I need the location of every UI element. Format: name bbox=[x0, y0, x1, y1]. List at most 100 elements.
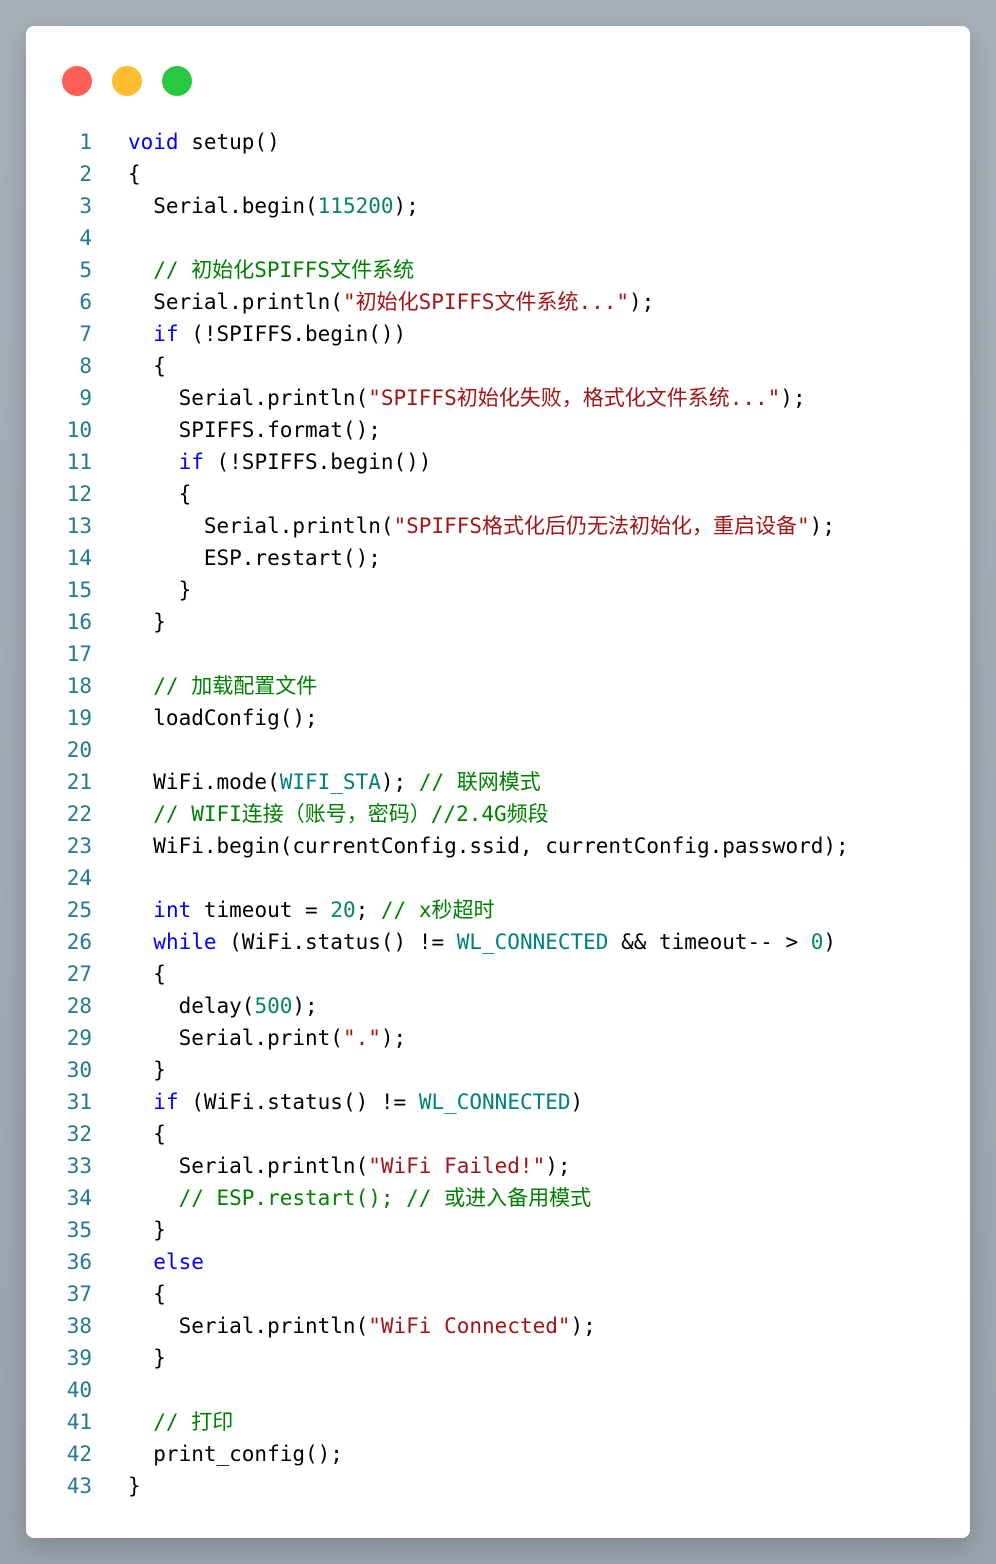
code-line: 6 Serial.println("初始化SPIFFS文件系统..."); bbox=[26, 286, 970, 318]
line-number: 32 bbox=[66, 1122, 92, 1146]
code-line: 2{ bbox=[26, 158, 970, 190]
line-number: 38 bbox=[66, 1314, 92, 1338]
code-line: 7 if (!SPIFFS.begin()) bbox=[26, 318, 970, 350]
code-text: } bbox=[92, 606, 166, 638]
code-text: // 加载配置文件 bbox=[92, 670, 317, 702]
code-text: else bbox=[92, 1246, 204, 1278]
code-token: setup() bbox=[178, 130, 280, 154]
code-token: Serial.println( bbox=[128, 386, 369, 410]
line-number: 16 bbox=[66, 610, 92, 634]
code-text: WiFi.mode(WIFI_STA); // 联网模式 bbox=[92, 766, 540, 798]
code-text: int timeout = 20; // x秒超时 bbox=[92, 894, 494, 926]
code-token: Serial.println( bbox=[128, 514, 394, 538]
code-token: ); bbox=[809, 514, 835, 538]
code-token: { bbox=[128, 354, 166, 378]
code-token: // 打印 bbox=[128, 1410, 234, 1434]
code-token: ); bbox=[570, 1314, 596, 1338]
code-token: ); bbox=[629, 290, 655, 314]
line-number: 22 bbox=[66, 802, 92, 826]
code-line: 21 WiFi.mode(WIFI_STA); // 联网模式 bbox=[26, 766, 970, 798]
line-number: 3 bbox=[79, 194, 92, 218]
code-text: Serial.println("SPIFFS初始化失败，格式化文件系统...")… bbox=[92, 382, 806, 414]
code-line: 11 if (!SPIFFS.begin()) bbox=[26, 446, 970, 478]
code-line: 27 { bbox=[26, 958, 970, 990]
line-number: 26 bbox=[66, 930, 92, 954]
code-text: while (WiFi.status() != WL_CONNECTED && … bbox=[92, 926, 836, 958]
code-text: // ESP.restart(); // 或进入备用模式 bbox=[92, 1182, 592, 1214]
code-text: { bbox=[92, 1118, 166, 1150]
code-token: { bbox=[128, 482, 192, 506]
code-token: 115200 bbox=[317, 194, 394, 218]
line-number: 20 bbox=[66, 738, 92, 762]
code-token: ); bbox=[292, 994, 318, 1018]
code-text: SPIFFS.format(); bbox=[92, 414, 381, 446]
code-text: // 初始化SPIFFS文件系统 bbox=[92, 254, 414, 286]
code-line: 41 // 打印 bbox=[26, 1406, 970, 1438]
code-token: // 初始化SPIFFS文件系统 bbox=[128, 258, 415, 282]
code-text: // WIFI连接（账号，密码）//2.4G频段 bbox=[92, 798, 548, 830]
code-line: 37 { bbox=[26, 1278, 970, 1310]
code-line: 40 bbox=[26, 1374, 970, 1406]
code-line: 36 else bbox=[26, 1246, 970, 1278]
line-number: 35 bbox=[66, 1218, 92, 1242]
line-number: 42 bbox=[66, 1442, 92, 1466]
code-token: // x秒超时 bbox=[380, 898, 495, 922]
code-token: ; bbox=[355, 898, 381, 922]
code-token: (WiFi.status() != bbox=[178, 1090, 419, 1114]
code-token: 20 bbox=[330, 898, 356, 922]
minimize-window-icon[interactable] bbox=[112, 66, 142, 96]
code-line: 33 Serial.println("WiFi Failed!"); bbox=[26, 1150, 970, 1182]
code-token: { bbox=[128, 1282, 166, 1306]
code-line: 39 } bbox=[26, 1342, 970, 1374]
code-token: } bbox=[128, 1346, 166, 1370]
code-token: else bbox=[153, 1250, 204, 1274]
line-number: 27 bbox=[66, 962, 92, 986]
code-text: } bbox=[92, 574, 192, 606]
code-text: } bbox=[92, 1214, 166, 1246]
code-editor: 1 void setup() 2{3 Serial.begin(115200); 4 5… bbox=[26, 126, 970, 1502]
code-token: 0 bbox=[810, 930, 824, 954]
line-number: 39 bbox=[66, 1346, 92, 1370]
code-text: Serial.println("初始化SPIFFS文件系统..."); bbox=[92, 286, 654, 318]
code-token: } bbox=[128, 1218, 166, 1242]
line-number: 24 bbox=[66, 866, 92, 890]
code-token: loadConfig(); bbox=[128, 706, 318, 730]
code-token: WL_CONNECTED bbox=[456, 930, 609, 954]
code-token: "SPIFFS初始化失败，格式化文件系统..." bbox=[368, 386, 781, 410]
code-text: if (WiFi.status() != WL_CONNECTED) bbox=[92, 1086, 583, 1118]
line-number: 43 bbox=[66, 1474, 92, 1498]
code-token: ); bbox=[380, 1026, 407, 1050]
close-window-icon[interactable] bbox=[62, 66, 92, 96]
line-number: 12 bbox=[66, 482, 92, 506]
code-text: Serial.begin(115200); bbox=[92, 190, 419, 222]
code-token: Serial.print( bbox=[128, 1026, 343, 1050]
code-line: 26 while (WiFi.status() != WL_CONNECTED … bbox=[26, 926, 970, 958]
line-number: 30 bbox=[66, 1058, 92, 1082]
code-line: 17 bbox=[26, 638, 970, 670]
line-number: 34 bbox=[66, 1186, 92, 1210]
zoom-window-icon[interactable] bbox=[162, 66, 192, 96]
code-token: } bbox=[128, 1058, 166, 1082]
code-line: 9 Serial.println("SPIFFS初始化失败，格式化文件系统...… bbox=[26, 382, 970, 414]
line-number: 31 bbox=[66, 1090, 92, 1114]
line-number: 29 bbox=[66, 1026, 92, 1050]
code-token: ); bbox=[780, 386, 806, 410]
code-token: (!SPIFFS.begin()) bbox=[178, 322, 407, 346]
code-token: while bbox=[153, 930, 217, 954]
code-text: Serial.println("WiFi Connected"); bbox=[92, 1310, 596, 1342]
code-token: SPIFFS.format(); bbox=[128, 418, 381, 442]
line-number: 7 bbox=[79, 322, 92, 346]
line-number: 1 bbox=[79, 130, 92, 154]
code-line: 12 { bbox=[26, 478, 970, 510]
code-token: ); bbox=[393, 194, 419, 218]
line-number: 4 bbox=[79, 226, 92, 250]
code-token: && timeout-- > bbox=[608, 930, 811, 954]
code-token: "SPIFFS格式化后仍无法初始化，重启设备" bbox=[393, 514, 810, 538]
window-controls bbox=[62, 66, 192, 96]
